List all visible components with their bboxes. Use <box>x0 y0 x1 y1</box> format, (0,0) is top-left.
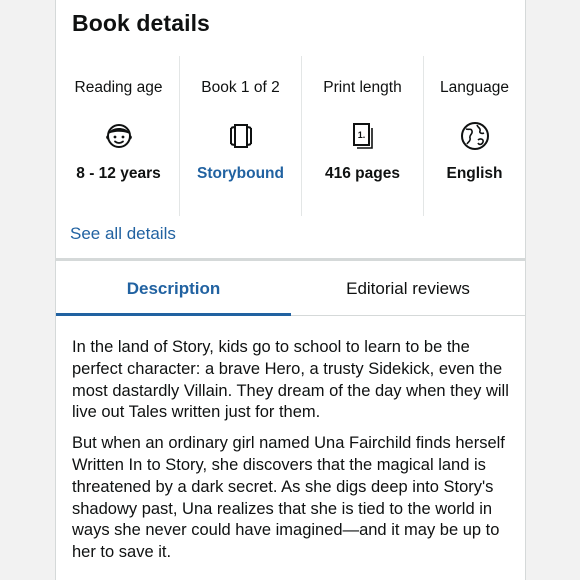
detail-language: Language English <box>424 56 525 216</box>
tab-description[interactable]: Description <box>56 261 291 316</box>
book-series-icon <box>223 118 259 154</box>
globe-icon <box>457 118 493 154</box>
detail-series[interactable]: Book 1 of 2 Storybound <box>180 56 302 216</box>
book-details-row: Reading age 8 - 12 years Book 1 of 2 Sto… <box>58 56 525 216</box>
tab-editorial-reviews[interactable]: Editorial reviews <box>291 261 525 315</box>
detail-label: Book 1 of 2 <box>201 79 280 96</box>
see-all-details-link[interactable]: See all details <box>70 224 176 244</box>
detail-value: 416 pages <box>325 165 400 182</box>
detail-value: English <box>446 165 503 182</box>
svg-text:1.: 1. <box>357 130 365 140</box>
child-face-icon <box>101 118 137 154</box>
description-paragraph: But when an ordinary girl named Una Fair… <box>72 434 505 562</box>
detail-label: Language <box>440 79 509 96</box>
section-title: Book details <box>72 10 210 36</box>
description-text: In the land of Story, kids go to school … <box>72 337 517 573</box>
detail-label: Reading age <box>74 79 163 96</box>
book-details-card: Book details Reading age 8 - 12 years Bo… <box>55 0 526 580</box>
description-paragraph: In the land of Story, kids go to school … <box>72 338 509 422</box>
detail-print-length: Print length 1. 416 pages <box>302 56 424 216</box>
detail-label: Print length <box>323 79 402 96</box>
series-link[interactable]: Storybound <box>180 165 301 183</box>
pages-icon: 1. <box>345 118 381 154</box>
detail-value: 8 - 12 years <box>76 165 161 182</box>
detail-reading-age: Reading age 8 - 12 years <box>58 56 180 216</box>
tab-bar: Description Editorial reviews <box>56 258 525 316</box>
